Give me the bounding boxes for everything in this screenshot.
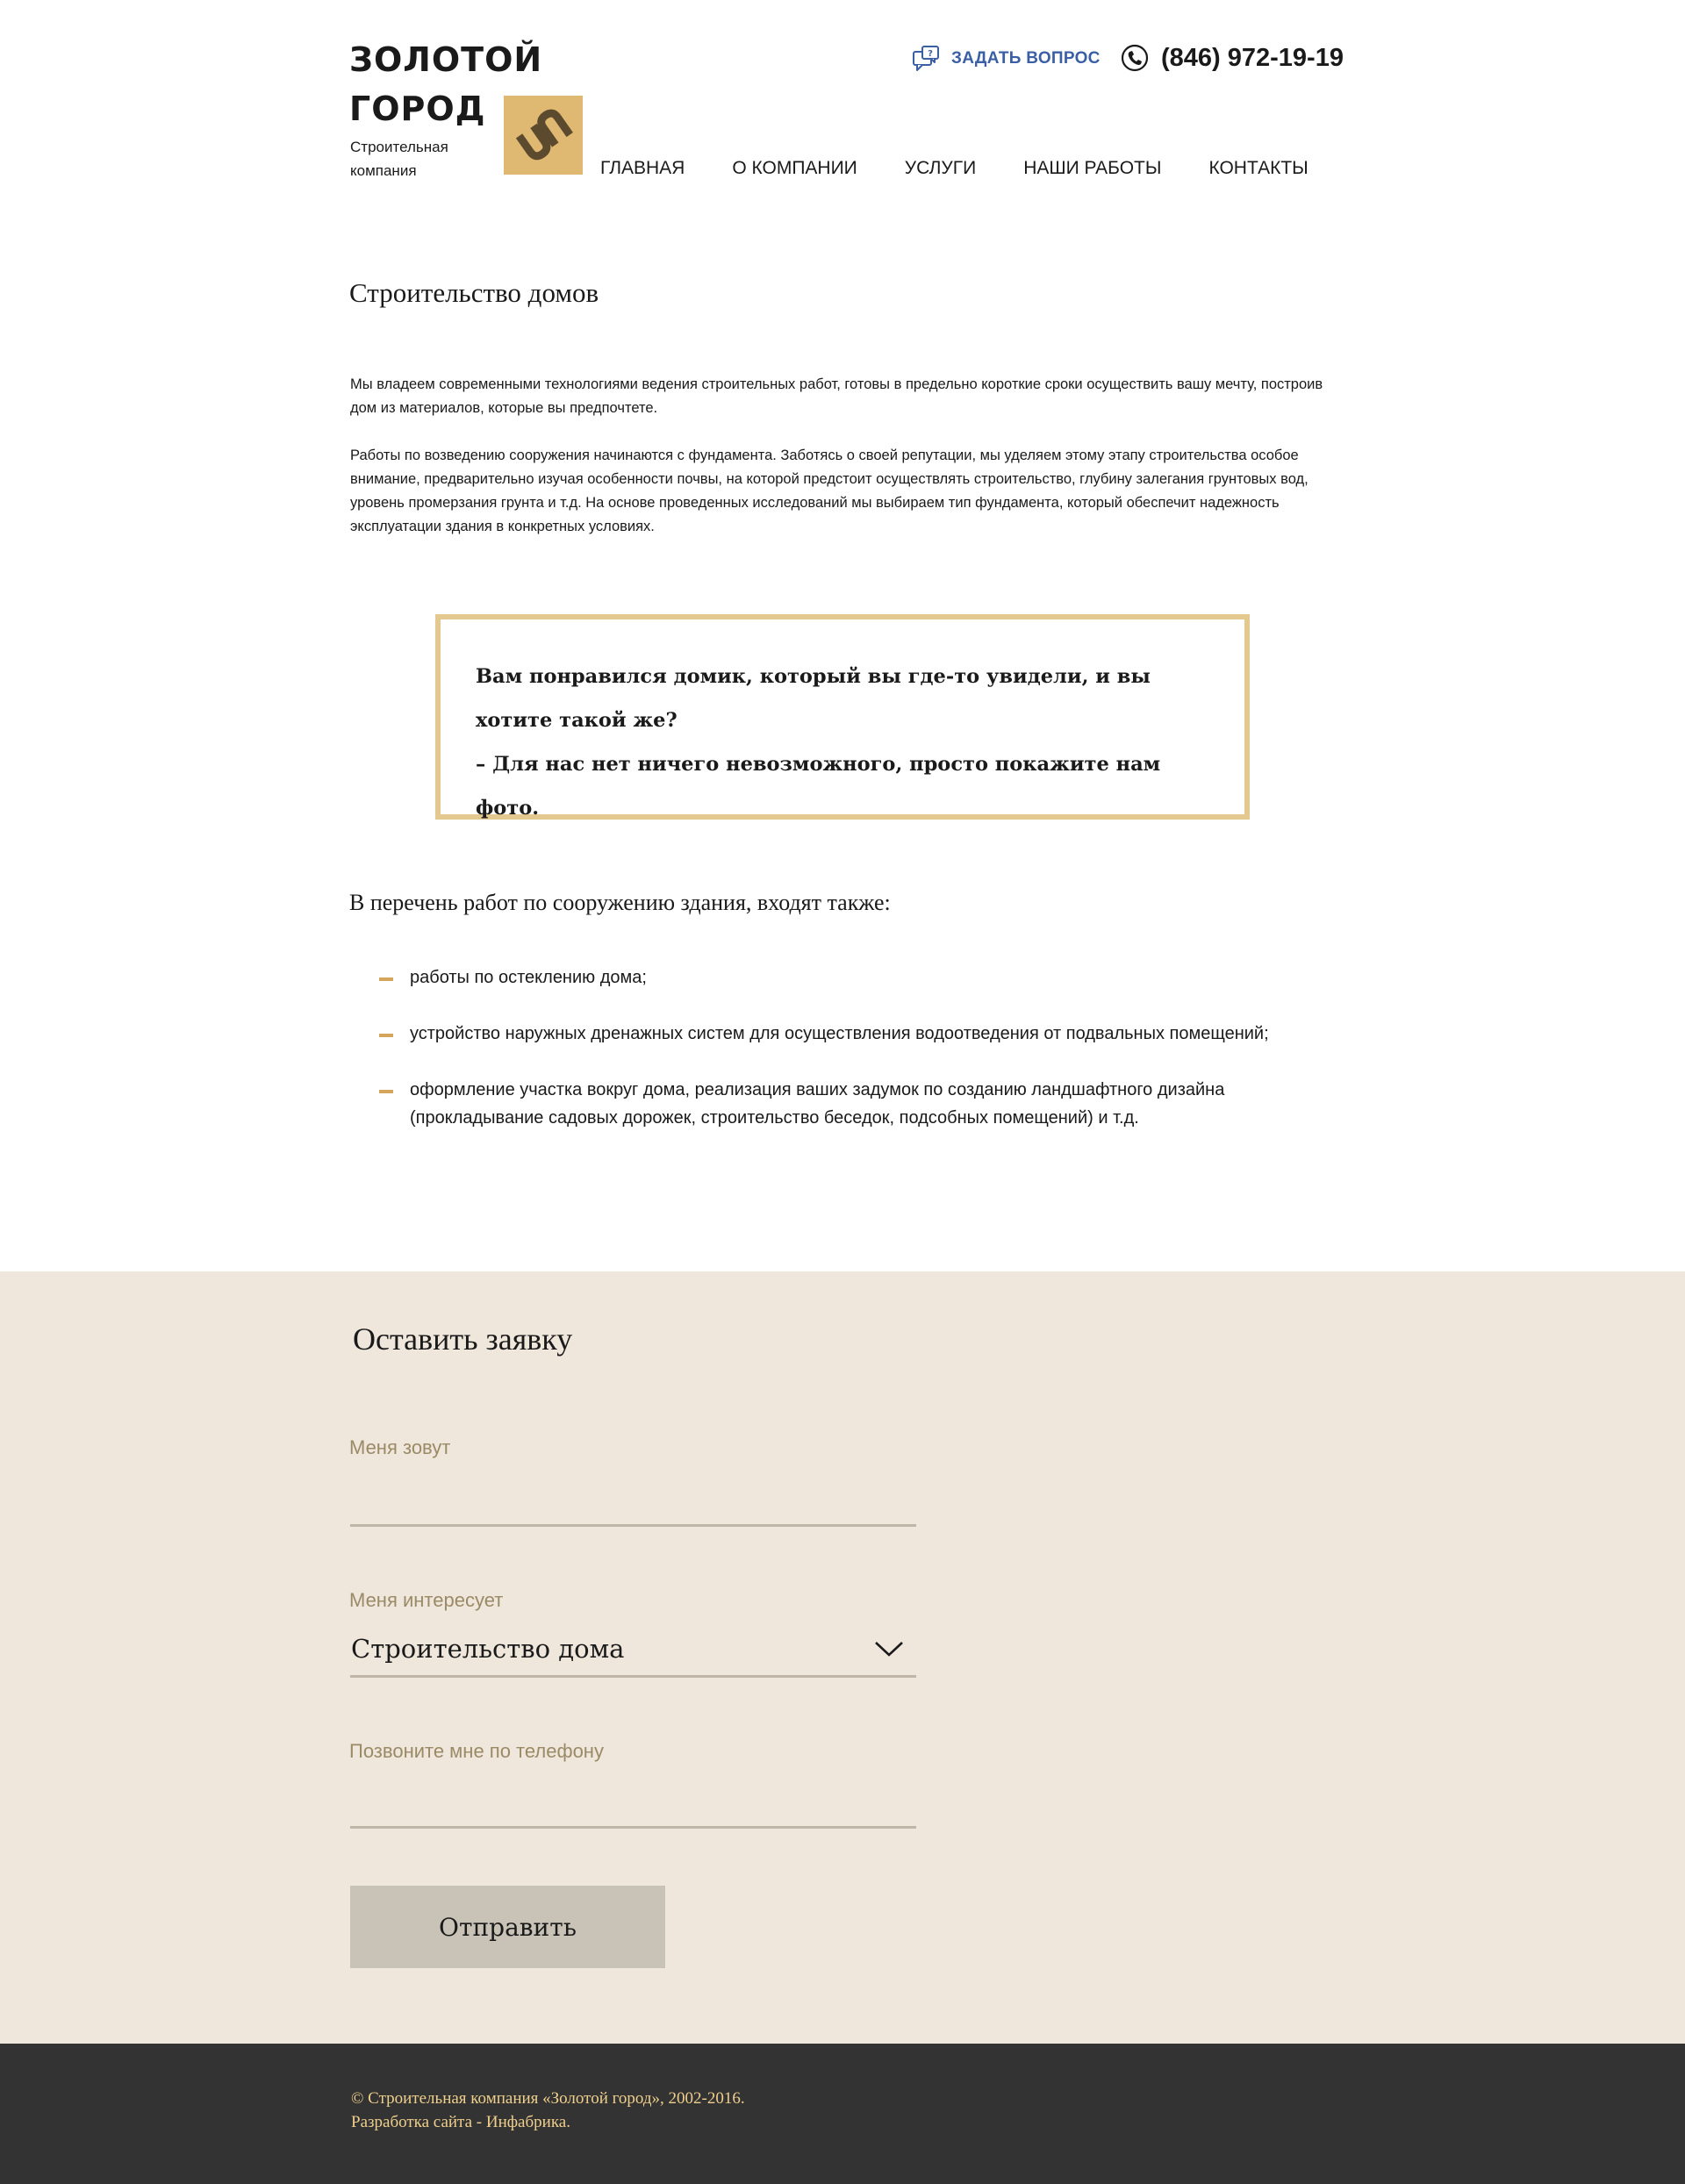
- request-form-section: Оставить заявку Меня зовут Меня интересу…: [0, 1271, 1685, 2044]
- nav-item-about[interactable]: О КОМПАНИИ: [732, 154, 857, 183]
- foundation-paragraph: Работы по возведению сооружения начинают…: [350, 448, 1309, 534]
- chat-question-icon: ?: [913, 46, 939, 71]
- dash-bullet-icon: [379, 977, 393, 981]
- ask-question-link[interactable]: ? ЗАДАТЬ ВОПРОС: [911, 44, 1101, 74]
- phone-field-label: Позвоните мне по телефону: [349, 1740, 604, 1762]
- brand-subtitle-line2: компания: [350, 162, 417, 179]
- nav-item-works[interactable]: НАШИ РАБОТЫ: [1023, 154, 1161, 183]
- brand-name-line1: ЗОЛОТОЙ: [349, 40, 543, 79]
- chevron-down-icon[interactable]: [874, 1640, 904, 1658]
- page-title: Строительство домов: [349, 277, 599, 308]
- header-phone[interactable]: (846) 972-19-19: [1121, 40, 1344, 75]
- phone-number: (846) 972-19-19: [1161, 43, 1344, 72]
- nav-item-services[interactable]: УСЛУГИ: [905, 154, 976, 183]
- logo[interactable]: [504, 96, 583, 175]
- intro-paragraph: Мы владеем современными технологиями вед…: [350, 376, 1323, 416]
- list-item-text: работы по остеклению дома;: [410, 968, 647, 987]
- logo-mark-icon: [515, 109, 573, 161]
- brand-subtitle-line1: Строительная: [350, 139, 448, 155]
- ask-question-label: ЗАДАТЬ ВОПРОС: [951, 49, 1101, 68]
- works-list-title: В перечень работ по сооружению здания, в…: [349, 890, 891, 915]
- name-field-underline: [350, 1524, 916, 1527]
- form-title: Оставить заявку: [353, 1321, 573, 1357]
- list-item-text: устройство наружных дренажных систем для…: [410, 1024, 1269, 1043]
- brand-subtitle: Строительная компания: [350, 135, 473, 183]
- quote-box: Вам понравился домик, который вы где-то …: [435, 614, 1250, 820]
- nav-item-contacts[interactable]: КОНТАКТЫ: [1208, 154, 1308, 183]
- list-item: устройство наружных дренажных систем для…: [379, 1020, 1344, 1048]
- interest-field-underline: [350, 1675, 916, 1678]
- name-input[interactable]: [350, 1477, 916, 1515]
- interest-field-label: Меня интересует: [349, 1589, 504, 1611]
- list-item: работы по остеклению дома;: [379, 963, 1344, 992]
- dash-bullet-icon: [379, 1034, 393, 1037]
- quote-question: Вам понравился домик, который вы где-то …: [476, 665, 1151, 732]
- copyright-text: © Строительная компания «Золотой город»,…: [351, 2089, 745, 2108]
- dash-bullet-icon: [379, 1090, 393, 1093]
- list-item: оформление участка вокруг дома, реализац…: [379, 1076, 1344, 1132]
- phone-icon: [1121, 44, 1149, 72]
- list-item-text: оформление участка вокруг дома, реализац…: [410, 1080, 1225, 1128]
- works-list: работы по остеклению дома; устройство на…: [379, 963, 1344, 1160]
- site-footer: © Строительная компания «Золотой город»,…: [0, 2044, 1685, 2184]
- name-field-label: Меня зовут: [349, 1436, 451, 1458]
- phone-field-underline: [350, 1826, 916, 1829]
- brand-name-line2: ГОРОД: [349, 90, 486, 128]
- phone-input[interactable]: [350, 1780, 916, 1819]
- nav-item-home[interactable]: ГЛАВНАЯ: [600, 154, 685, 183]
- svg-text:?: ?: [928, 49, 933, 59]
- developer-credit-link[interactable]: Разработка сайта - Инфабрика.: [351, 2113, 570, 2132]
- submit-button[interactable]: Отправить: [350, 1886, 665, 1968]
- main-nav: ГЛАВНАЯ О КОМПАНИИ УСЛУГИ НАШИ РАБОТЫ КО…: [600, 154, 1356, 183]
- site-header: ЗОЛОТОЙ ГОРОД Строительная компания ? ЗА…: [0, 0, 1685, 211]
- quote-answer: – Для нас нет ничего невозможного, прост…: [476, 753, 1161, 820]
- interest-select[interactable]: Строительство дома: [351, 1631, 842, 1666]
